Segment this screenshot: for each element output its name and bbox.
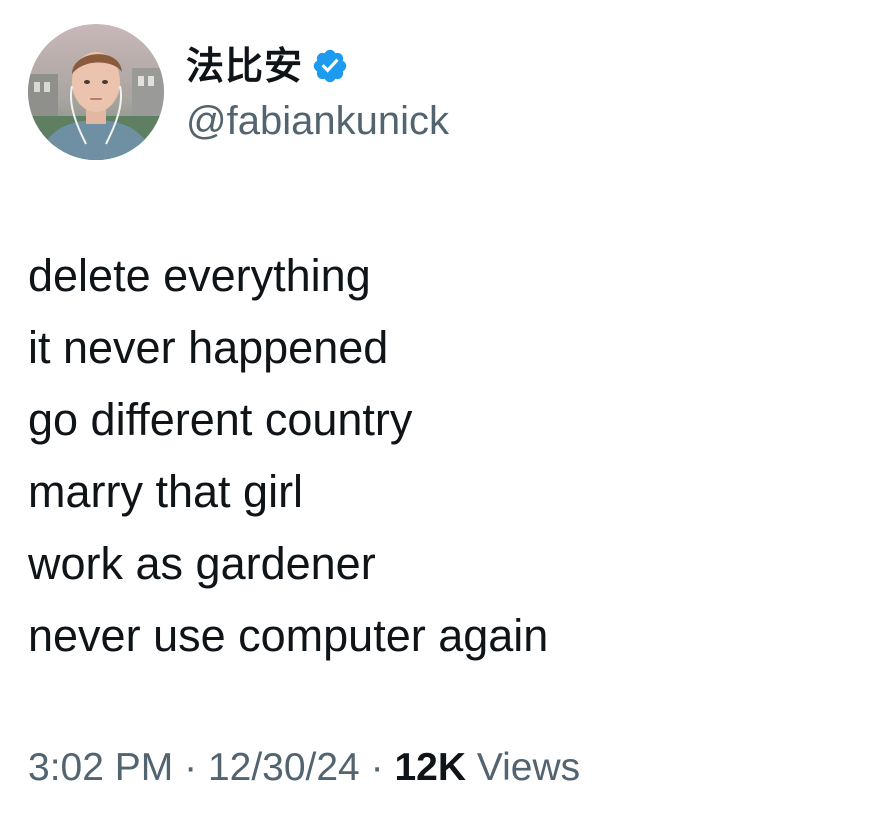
tweet-text: delete everything it never happened go d…	[28, 240, 548, 672]
author-handle[interactable]: @fabiankunick	[186, 98, 449, 144]
tweet-date[interactable]: 12/30/24	[208, 746, 360, 789]
meta-separator: ·	[184, 746, 198, 789]
views-count: 12K	[394, 746, 466, 789]
tweet-text-line: marry that girl	[28, 466, 304, 517]
avatar-image	[28, 24, 164, 160]
tweet-text-line: delete everything	[28, 250, 371, 301]
meta-separator: ·	[370, 746, 384, 789]
tweet-card: 法比安 @fabiankunick delete everything it n…	[0, 0, 877, 814]
author-name-row: 法比安	[186, 44, 349, 88]
author-display-name[interactable]: 法比安	[186, 44, 303, 88]
tweet-meta: 3:02 PM · 12/30/24 · 12K Views	[28, 745, 580, 791]
tweet-text-line: never use computer again	[28, 610, 549, 661]
tweet-text-line: go different country	[28, 394, 413, 445]
verified-badge-icon[interactable]	[311, 47, 349, 85]
tweet-text-line: work as gardener	[28, 538, 376, 589]
author-avatar[interactable]	[28, 24, 164, 160]
tweet-time[interactable]: 3:02 PM	[28, 746, 173, 789]
views-label: Views	[476, 746, 581, 789]
tweet-text-line: it never happened	[28, 322, 389, 373]
